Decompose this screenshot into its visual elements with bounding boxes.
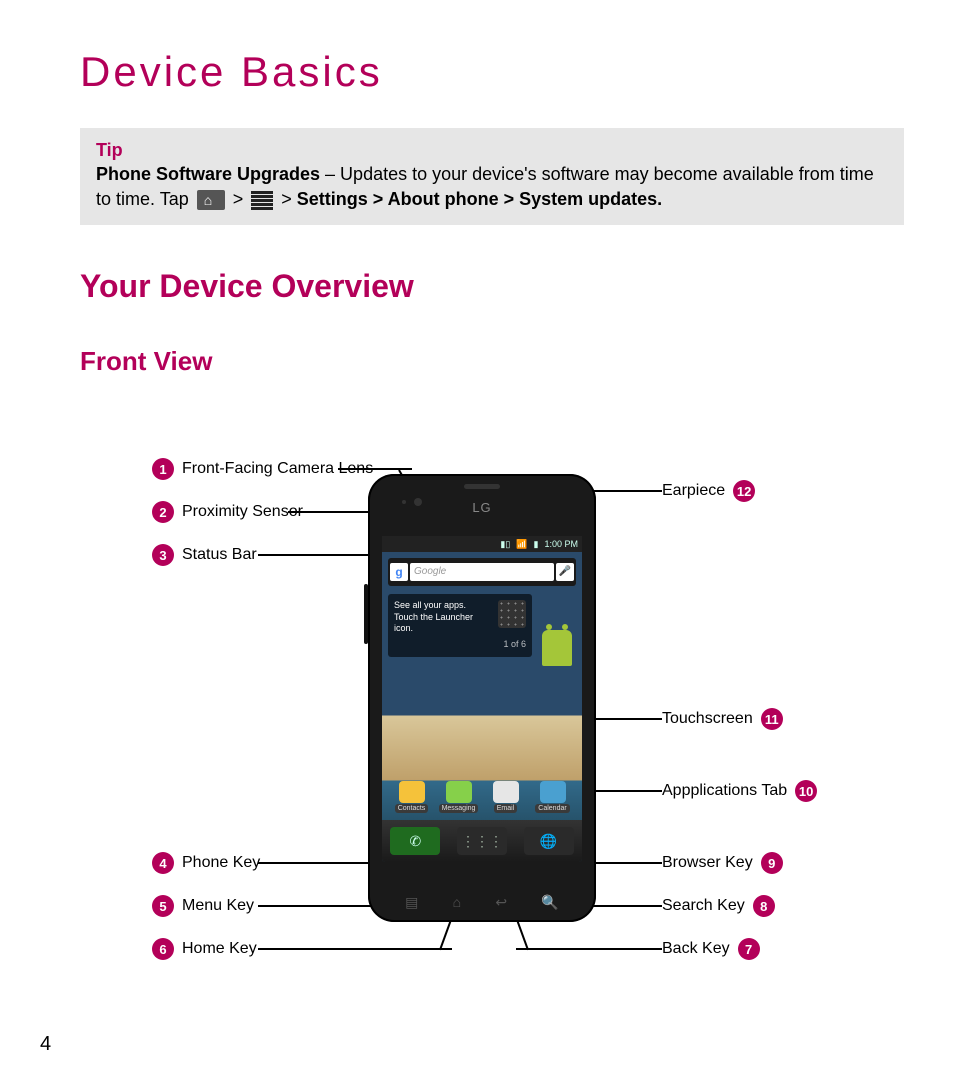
dock-label: Calendar [535, 804, 569, 813]
android-mascot [542, 630, 572, 666]
callout-back-key: 7 Back Key [662, 938, 760, 960]
mic-icon: 🎤 [556, 563, 574, 581]
google-g-icon: g [390, 563, 408, 581]
home-key-icon: ⌂ [453, 894, 461, 910]
callout-search-key: 8 Search Key [662, 895, 775, 917]
browser-key: 🌐 [524, 827, 574, 855]
volume-rocker [364, 584, 368, 644]
calendar-icon [540, 781, 566, 803]
dock-email: Email [486, 775, 526, 813]
dock-shelf: Contacts Messaging Email Calendar [388, 772, 576, 816]
soft-keys: ▤ ⌂ ↩ 🔍 [388, 892, 576, 912]
page-title: Device Basics [80, 48, 383, 96]
home-icon [197, 190, 225, 210]
callout-front-camera: 1 Front-Facing Camera Lens [152, 458, 373, 480]
callout-earpiece: 12 Earpiece [662, 480, 755, 502]
search-key-icon: 🔍 [541, 894, 558, 911]
search-placeholder: Google [410, 563, 554, 581]
callout-label: Search Key [662, 897, 745, 915]
contacts-icon [399, 781, 425, 803]
menu-key-icon: ▤ [405, 894, 418, 911]
bottom-tray: ✆ ⋮⋮⋮ 🌐 [382, 820, 582, 862]
leader-line [516, 948, 662, 950]
page-number: 4 [40, 1033, 51, 1056]
tip-path: Settings > About phone > System updates. [297, 189, 662, 209]
status-time: 1:00 PM [544, 539, 578, 549]
wifi-icon: 📶 [516, 539, 527, 550]
leader-line [258, 554, 384, 556]
callout-touchscreen: 11 Touchscreen [662, 708, 783, 730]
callout-badge-1: 1 [152, 458, 174, 480]
search-widget: g Google 🎤 [388, 558, 576, 586]
callout-label: Front-Facing Camera Lens [182, 460, 373, 478]
launcher-hint: See all your apps. Touch the Launcher ic… [388, 594, 532, 657]
brand-logo: LG [368, 500, 596, 515]
leader-line [258, 948, 452, 950]
tip-box: Tip Phone Software Upgrades – Updates to… [80, 128, 904, 225]
callout-proximity: 2 Proximity Sensor [152, 501, 303, 523]
callout-menu-key: 5 Menu Key [152, 895, 254, 917]
heading-overview: Your Device Overview [80, 268, 414, 305]
callout-label: Appplications Tab [662, 782, 787, 800]
callout-label: Home Key [182, 940, 257, 958]
callout-badge-7: 7 [738, 938, 760, 960]
signal-icon: ▮▯ [500, 539, 510, 550]
touchscreen: ▮▯ 📶 ▮ 1:00 PM g Google 🎤 See all your a… [382, 536, 582, 862]
tip-heading: Tip [96, 138, 888, 162]
callout-badge-11: 11 [761, 708, 783, 730]
tip-gt2: > [276, 189, 297, 209]
callout-badge-3: 3 [152, 544, 174, 566]
callout-badge-9: 9 [761, 852, 783, 874]
tip-bold-lead: Phone Software Upgrades [96, 164, 320, 184]
battery-icon: ▮ [534, 539, 539, 550]
callout-badge-5: 5 [152, 895, 174, 917]
callout-status-bar: 3 Status Bar [152, 544, 257, 566]
hint-pager: 1 of 6 [394, 639, 526, 651]
callout-label: Menu Key [182, 897, 254, 915]
email-icon [493, 781, 519, 803]
callout-label: Browser Key [662, 854, 753, 872]
apps-grid-icon [251, 190, 273, 210]
status-bar: ▮▯ 📶 ▮ 1:00 PM [382, 536, 582, 552]
callout-phone-key: 4 Phone Key [152, 852, 260, 874]
dock-label: Contacts [395, 804, 429, 813]
callout-label: Proximity Sensor [182, 503, 303, 521]
callout-apps-tab: 10 Appplications Tab [662, 780, 817, 802]
callout-label: Phone Key [182, 854, 260, 872]
heading-front-view: Front View [80, 346, 212, 377]
back-key-icon: ↩ [495, 894, 507, 911]
tip-body: Phone Software Upgrades – Updates to you… [96, 162, 888, 211]
callout-badge-4: 4 [152, 852, 174, 874]
callout-label: Status Bar [182, 546, 257, 564]
dock-label: Email [494, 804, 518, 813]
launcher-grid-icon [498, 600, 526, 628]
callout-label: Back Key [662, 940, 730, 958]
dock-calendar: Calendar [533, 775, 573, 813]
callout-badge-6: 6 [152, 938, 174, 960]
tip-gt1: > [228, 189, 249, 209]
dock-contacts: Contacts [392, 775, 432, 813]
callout-badge-10: 10 [795, 780, 817, 802]
earpiece-slot [464, 484, 500, 489]
messaging-icon [446, 781, 472, 803]
callout-home-key: 6 Home Key [152, 938, 257, 960]
dock-messaging: Messaging [439, 775, 479, 813]
dock-label: Messaging [439, 804, 479, 813]
callout-label: Earpiece [662, 482, 725, 500]
callout-badge-2: 2 [152, 501, 174, 523]
callout-badge-12: 12 [733, 480, 755, 502]
phone-illustration: LG ▮▯ 📶 ▮ 1:00 PM g Google 🎤 See all you… [368, 474, 596, 922]
apps-tab: ⋮⋮⋮ [457, 827, 507, 855]
callout-label: Touchscreen [662, 710, 753, 728]
callout-browser-key: 9 Browser Key [662, 852, 783, 874]
callout-badge-8: 8 [753, 895, 775, 917]
phone-key: ✆ [390, 827, 440, 855]
